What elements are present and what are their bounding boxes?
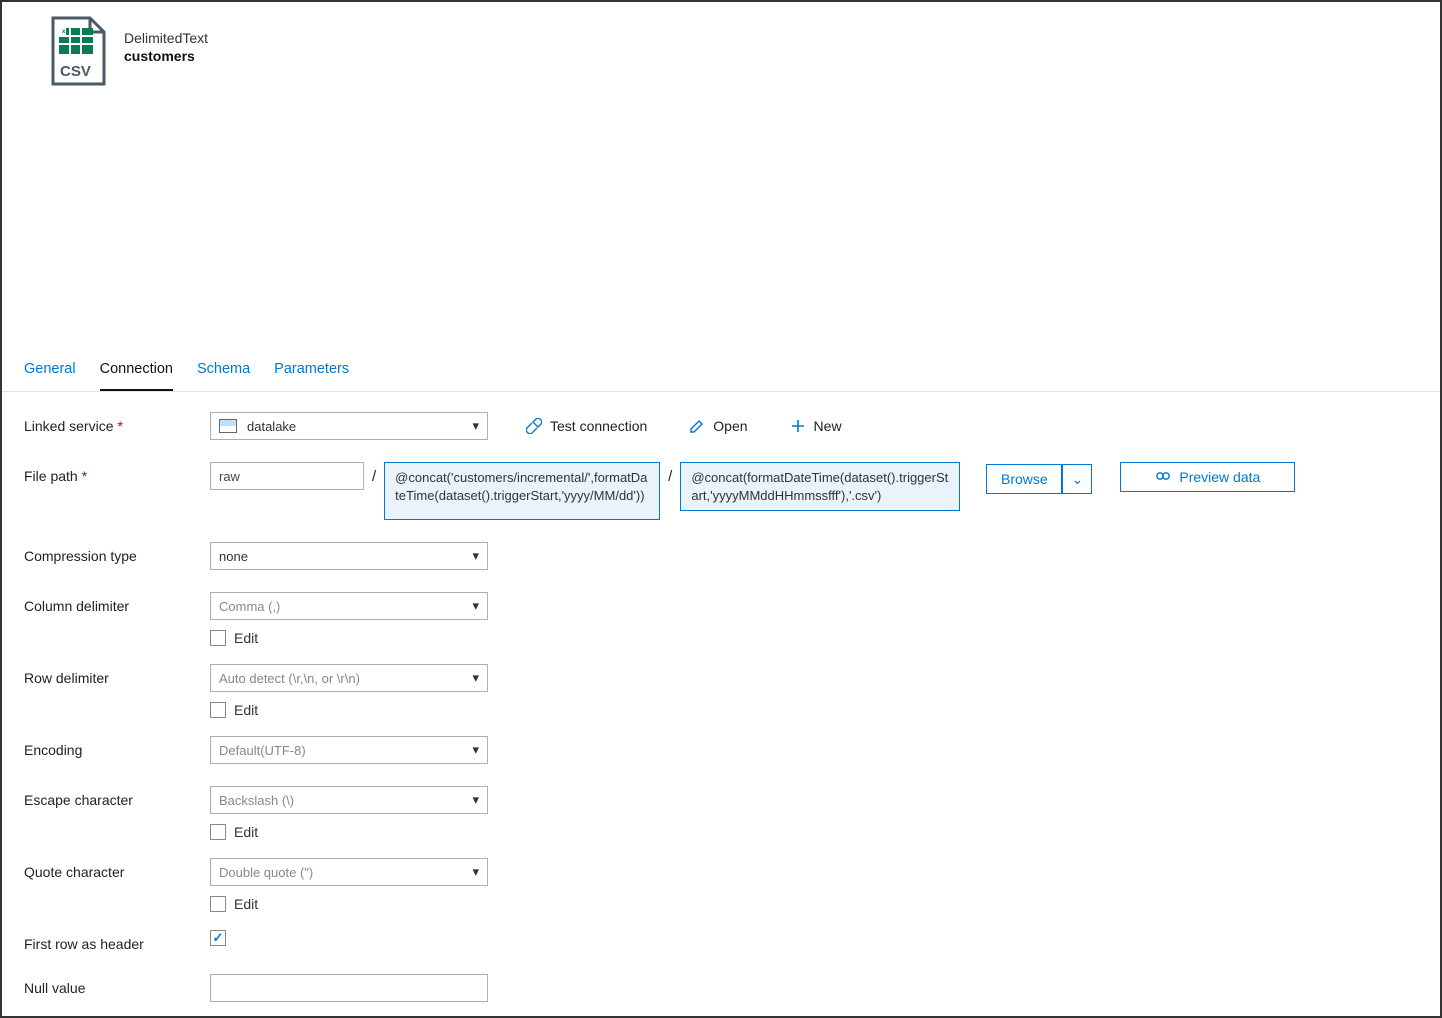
- row-delimiter-edit-checkbox[interactable]: [210, 702, 226, 718]
- file-path-file-expression[interactable]: @concat(formatDateTime(dataset().trigger…: [680, 462, 960, 511]
- dataset-header: x CSV DelimitedText customers: [2, 2, 1440, 91]
- label-row-delimiter: Row delimiter: [24, 664, 210, 686]
- chevron-down-icon: ▾: [472, 792, 479, 808]
- new-button[interactable]: New: [784, 414, 848, 438]
- chevron-down-icon: ▾: [472, 418, 479, 434]
- edit-label: Edit: [234, 630, 258, 646]
- edit-label: Edit: [234, 702, 258, 718]
- escape-character-dropdown[interactable]: Backslash (\) ▾: [210, 786, 488, 814]
- column-delimiter-dropdown[interactable]: Comma (,) ▾: [210, 592, 488, 620]
- linked-service-value: datalake: [247, 419, 296, 434]
- label-linked-service: Linked service*: [24, 412, 210, 434]
- encoding-dropdown[interactable]: Default(UTF-8) ▾: [210, 736, 488, 764]
- browse-dropdown-button[interactable]: ⌄: [1062, 464, 1092, 494]
- file-path-container-input[interactable]: [210, 462, 364, 490]
- edit-label: Edit: [234, 824, 258, 840]
- preview-icon: [1155, 468, 1171, 487]
- linked-service-dropdown[interactable]: datalake ▾: [210, 412, 488, 440]
- chevron-down-icon: ⌄: [1071, 471, 1083, 488]
- compression-type-dropdown[interactable]: none ▾: [210, 542, 488, 570]
- first-row-as-header-checkbox[interactable]: [210, 930, 226, 946]
- column-delimiter-edit-checkbox[interactable]: [210, 630, 226, 646]
- path-separator: /: [666, 462, 674, 485]
- tab-bar: General Connection Schema Parameters: [2, 351, 1440, 392]
- edit-label: Edit: [234, 896, 258, 912]
- test-connection-button[interactable]: Test connection: [520, 414, 653, 438]
- label-quote-character: Quote character: [24, 858, 210, 880]
- dataset-name: customers: [124, 48, 208, 64]
- escape-character-edit-checkbox[interactable]: [210, 824, 226, 840]
- plug-icon: [526, 418, 542, 434]
- csv-file-icon: x CSV: [48, 16, 108, 91]
- quote-character-dropdown[interactable]: Double quote (") ▾: [210, 858, 488, 886]
- label-column-delimiter: Column delimiter: [24, 592, 210, 614]
- chevron-down-icon: ▾: [472, 670, 479, 686]
- label-compression-type: Compression type: [24, 542, 210, 564]
- file-path-directory-expression[interactable]: @concat('customers/incremental/',formatD…: [384, 462, 660, 520]
- null-value-input[interactable]: [210, 974, 488, 1002]
- chevron-down-icon: ▾: [472, 864, 479, 880]
- quote-character-edit-checkbox[interactable]: [210, 896, 226, 912]
- label-null-value: Null value: [24, 974, 210, 996]
- tab-parameters[interactable]: Parameters: [274, 351, 349, 391]
- preview-data-button[interactable]: Preview data: [1120, 462, 1295, 492]
- tab-general[interactable]: General: [24, 351, 76, 391]
- chevron-down-icon: ▾: [472, 598, 479, 614]
- open-button[interactable]: Open: [683, 414, 753, 438]
- path-separator: /: [370, 462, 378, 485]
- label-first-row-as-header: First row as header: [24, 930, 210, 952]
- tab-schema[interactable]: Schema: [197, 351, 250, 391]
- plus-icon: [790, 418, 806, 434]
- row-delimiter-dropdown[interactable]: Auto detect (\r,\n, or \r\n) ▾: [210, 664, 488, 692]
- dataset-type: DelimitedText: [124, 30, 208, 46]
- label-file-path: File path*: [24, 462, 210, 484]
- tab-connection[interactable]: Connection: [100, 351, 173, 391]
- label-escape-character: Escape character: [24, 786, 210, 808]
- svg-text:CSV: CSV: [60, 63, 91, 80]
- browse-button[interactable]: Browse: [986, 464, 1062, 494]
- chevron-down-icon: ▾: [472, 742, 479, 758]
- linked-service-type-icon: [219, 419, 237, 433]
- edit-icon: [689, 418, 705, 434]
- label-encoding: Encoding: [24, 736, 210, 758]
- chevron-down-icon: ▾: [472, 548, 479, 564]
